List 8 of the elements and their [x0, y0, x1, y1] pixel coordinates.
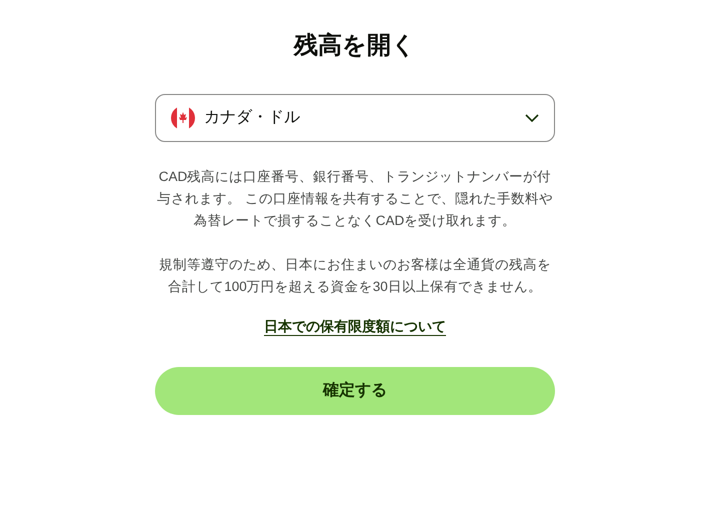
chevron-down-icon	[525, 114, 539, 122]
description-text: CAD残高には口座番号、銀行番号、トランジットナンバーが付 与されます。 この口座情報を共有することで、隠れた手数料や 為替レートで損することなくCADを受け取れます。	[156, 168, 554, 230]
limit-info-link[interactable]: 日本での保有限度額について	[264, 316, 446, 337]
flag-icon	[171, 106, 195, 130]
page-title: 残高を開く	[294, 31, 416, 61]
confirm-button[interactable]: 確定する	[155, 367, 555, 415]
currency-select[interactable]: カナダ・ドル	[155, 94, 555, 142]
notice-text: 規制等遵守のため、日本にお住まいのお客様は全通貨の残高を 合計して100万円を超える資金を30日以上保有できません。	[158, 256, 552, 296]
